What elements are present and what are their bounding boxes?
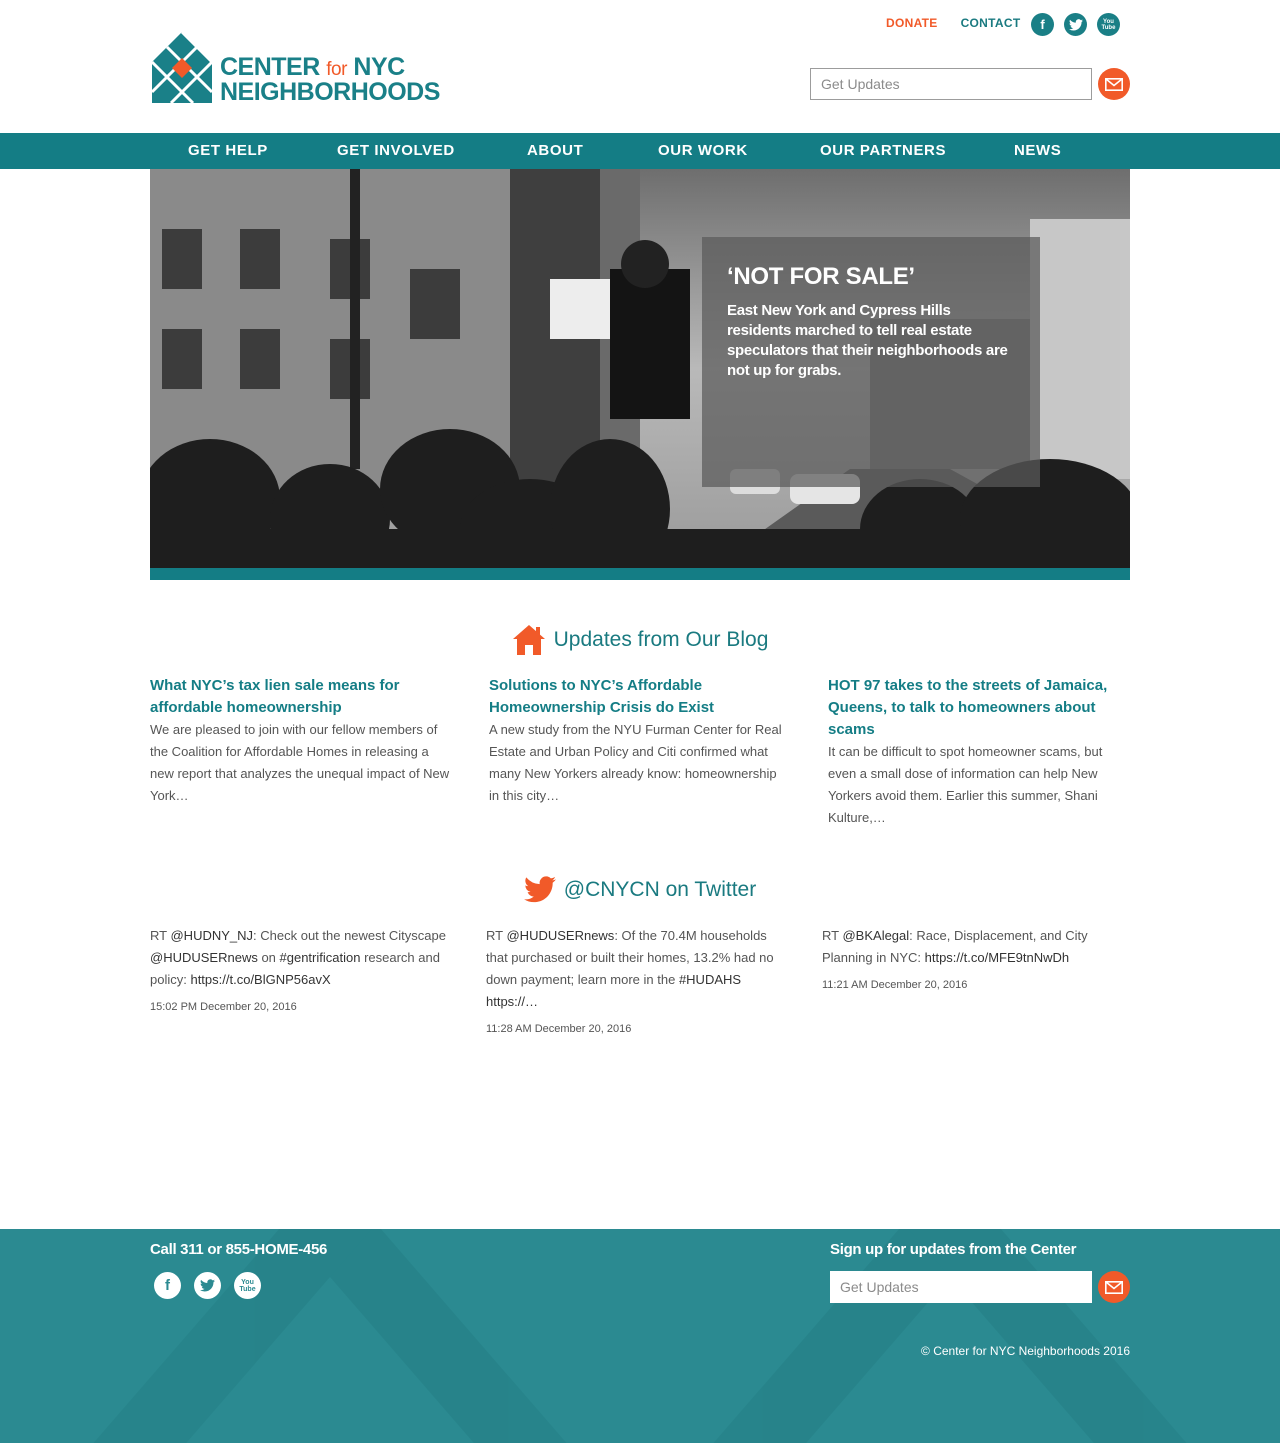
blog-post: Solutions to NYC’s Affordable Homeowners…	[489, 675, 789, 807]
tweet-handle-link[interactable]: @HUDNY_NJ	[170, 928, 253, 943]
tweet-mention-link[interactable]: @HUDUSERnews	[150, 950, 258, 965]
logo-text: CENTER for NYC NEIGHBORHOODS	[220, 53, 440, 106]
site-logo[interactable]: CENTER for NYC NEIGHBORHOODS	[150, 30, 450, 106]
header-social-links: f You Tube	[1031, 13, 1120, 36]
twitter-icon[interactable]	[1064, 13, 1087, 36]
tweet-text: RT @BKAlegal: Race, Displacement, and Ci…	[822, 928, 1088, 965]
twitter-bird-icon	[523, 876, 556, 903]
hero-banner[interactable]: ‘NOT FOR SALE’ East New York and Cypress…	[150, 169, 1130, 580]
blog-post: What NYC’s tax lien sale means for affor…	[150, 675, 450, 807]
site-header: CENTER for NYC NEIGHBORHOODS DONATE CONT…	[0, 0, 1280, 133]
nav-item-get-involved[interactable]: GET INVOLVED	[337, 133, 455, 169]
blog-post-title[interactable]: Solutions to NYC’s Affordable Homeowners…	[489, 675, 789, 719]
nav-item-about[interactable]: ABOUT	[527, 133, 583, 169]
blog-post-title[interactable]: What NYC’s tax lien sale means for affor…	[150, 675, 450, 719]
logo-mark-icon	[150, 30, 214, 105]
nav-item-get-help[interactable]: GET HELP	[188, 133, 268, 169]
blog-post-excerpt: A new study from the NYU Furman Center f…	[489, 722, 782, 803]
tweet-text: RT @HUDNY_NJ: Check out the newest Citys…	[150, 928, 446, 987]
tweet-text: RT @HUDUSERnews: Of the 70.4M households…	[486, 928, 774, 1009]
blog-post: HOT 97 takes to the streets of Jamaica, …	[828, 675, 1128, 829]
footer-pattern	[93, 1229, 1187, 1443]
footer-social-links: f You Tube	[154, 1272, 261, 1299]
site-footer: Call 311 or 855-HOME-456 f You Tube Sign …	[0, 1229, 1280, 1443]
donate-link[interactable]: DONATE	[886, 16, 938, 30]
youtube-icon[interactable]: You Tube	[234, 1272, 261, 1299]
main-nav: GET HELP GET INVOLVED ABOUT OUR WORK OUR…	[0, 133, 1280, 169]
house-icon	[512, 624, 546, 656]
tweet: RT @HUDUSERnews: Of the 70.4M households…	[486, 925, 786, 1035]
blog-post-excerpt: We are pleased to join with our fellow m…	[150, 722, 450, 803]
blog-post-excerpt: It can be difficult to spot homeowner sc…	[828, 744, 1103, 825]
nav-item-news[interactable]: NEWS	[1014, 133, 1061, 169]
hero-accent-bar	[150, 568, 1130, 580]
tweet: RT @BKAlegal: Race, Displacement, and Ci…	[822, 925, 1122, 991]
hero-caption: ‘NOT FOR SALE’ East New York and Cypress…	[702, 237, 1040, 487]
footer-signup-label: Sign up for updates from the Center	[830, 1241, 1077, 1258]
facebook-icon[interactable]: f	[1031, 13, 1054, 36]
twitter-icon[interactable]	[194, 1272, 221, 1299]
copyright: © Center for NYC Neighborhoods 2016	[921, 1344, 1130, 1358]
footer-subscribe-button[interactable]	[1098, 1271, 1130, 1303]
subscribe-button[interactable]	[1098, 68, 1130, 100]
top-links: DONATE CONTACT	[886, 16, 1020, 30]
tweet-handle-link[interactable]: @BKAlegal	[842, 928, 909, 943]
hero-text: East New York and Cypress Hills resident…	[727, 302, 1008, 379]
nav-item-our-work[interactable]: OUR WORK	[658, 133, 748, 169]
blog-heading-text: Updates from Our Blog	[553, 628, 769, 651]
facebook-icon[interactable]: f	[154, 1272, 181, 1299]
blog-heading: Updates from Our Blog	[0, 624, 1280, 656]
twitter-heading: @CNYCN on Twitter	[0, 876, 1280, 903]
tweet-url-link[interactable]: https://…	[486, 994, 538, 1009]
tweet-hashtag-link[interactable]: #HUDAHS	[679, 972, 741, 987]
tweet-timestamp: 11:21 AM December 20, 2016	[822, 979, 968, 991]
tweet-timestamp: 11:28 AM December 20, 2016	[486, 1023, 632, 1035]
tweet: RT @HUDNY_NJ: Check out the newest Citys…	[150, 925, 450, 1013]
footer-get-updates-input[interactable]	[830, 1271, 1092, 1303]
get-updates-input[interactable]	[810, 68, 1092, 100]
footer-phone: Call 311 or 855-HOME-456	[150, 1241, 328, 1258]
hero-title: ‘NOT FOR SALE’	[727, 263, 915, 290]
nav-item-our-partners[interactable]: OUR PARTNERS	[820, 133, 946, 169]
tweet-handle-link[interactable]: @HUDUSERnews	[506, 928, 614, 943]
blog-post-title[interactable]: HOT 97 takes to the streets of Jamaica, …	[828, 675, 1128, 741]
twitter-heading-text: @CNYCN on Twitter	[563, 877, 757, 901]
tweet-url-link[interactable]: https://t.co/MFE9tnNwDh	[925, 950, 1070, 965]
envelope-icon	[1105, 1280, 1123, 1294]
tweet-url-link[interactable]: https://t.co/BlGNP56avX	[190, 972, 330, 987]
contact-link[interactable]: CONTACT	[961, 16, 1021, 30]
tweet-hashtag-link[interactable]: #gentrification	[280, 950, 361, 965]
envelope-icon	[1105, 77, 1123, 91]
youtube-icon[interactable]: You Tube	[1097, 13, 1120, 36]
tweet-timestamp: 15:02 PM December 20, 2016	[150, 1001, 297, 1013]
